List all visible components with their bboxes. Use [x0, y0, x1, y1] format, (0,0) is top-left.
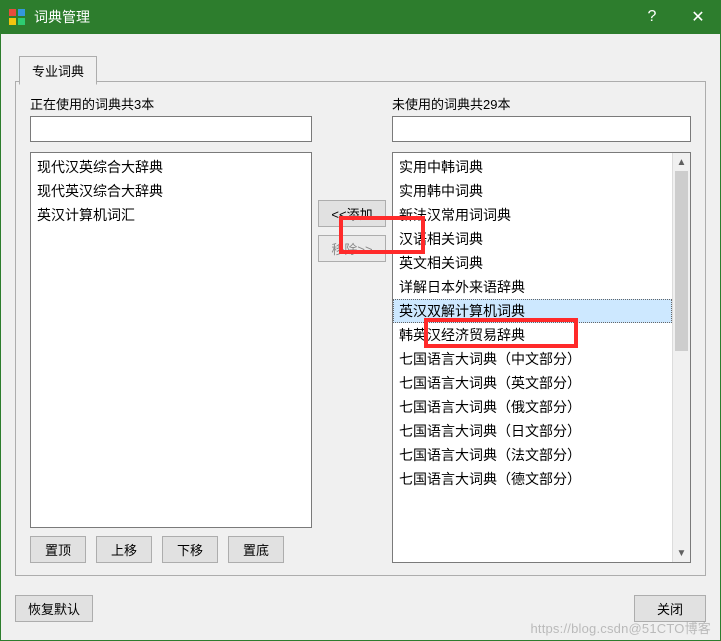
help-icon: ? — [648, 8, 657, 26]
transfer-column: <<添加 移除>> — [312, 94, 392, 563]
help-button[interactable]: ? — [629, 0, 675, 34]
in-use-listbox[interactable]: 现代汉英综合大辞典现代英汉综合大辞典英汉计算机词汇 — [30, 152, 312, 528]
scroll-up-icon[interactable]: ▲ — [673, 153, 690, 171]
list-item[interactable]: 韩英汉经济贸易辞典 — [393, 323, 672, 347]
list-item[interactable]: 实用韩中词典 — [393, 179, 672, 203]
unused-scrollbar[interactable]: ▲ ▼ — [672, 153, 690, 562]
close-button[interactable]: 关闭 — [634, 595, 706, 622]
tab-label: 专业词典 — [32, 64, 84, 79]
scroll-thumb[interactable] — [675, 171, 688, 351]
footer-bar: 恢复默认 关闭 — [15, 595, 706, 622]
unused-label: 未使用的词典共29本 — [392, 94, 691, 112]
list-item[interactable]: 汉语相关词典 — [393, 227, 672, 251]
list-item[interactable]: 七国语言大词典（英文部分） — [393, 371, 672, 395]
list-item[interactable]: 实用中韩词典 — [393, 155, 672, 179]
window-title: 词典管理 — [34, 7, 629, 27]
list-item[interactable]: 七国语言大词典（俄文部分） — [393, 395, 672, 419]
restore-defaults-button[interactable]: 恢复默认 — [15, 595, 93, 622]
list-item[interactable]: 英汉双解计算机词典 — [393, 299, 672, 323]
close-icon: ✕ — [691, 7, 704, 27]
list-item[interactable]: 详解日本外来语辞典 — [393, 275, 672, 299]
scroll-track[interactable] — [673, 171, 690, 544]
order-bottom-button[interactable]: 置底 — [228, 536, 284, 563]
in-use-search-input[interactable] — [30, 116, 312, 142]
list-item[interactable]: 七国语言大词典（法文部分） — [393, 443, 672, 467]
unused-search-input[interactable] — [392, 116, 691, 142]
unused-listbox[interactable]: 实用中韩词典实用韩中词典新法汉常用词词典汉语相关词典英文相关词典详解日本外来语辞… — [392, 152, 691, 563]
close-window-button[interactable]: ✕ — [675, 0, 721, 34]
order-up-button[interactable]: 上移 — [96, 536, 152, 563]
list-item[interactable]: 七国语言大词典（中文部分） — [393, 347, 672, 371]
unused-column: 未使用的词典共29本 实用中韩词典实用韩中词典新法汉常用词词典汉语相关词典英文相… — [392, 94, 691, 563]
list-item[interactable]: 七国语言大词典（德文部分） — [393, 467, 672, 491]
scroll-down-icon[interactable]: ▼ — [673, 544, 690, 562]
tab-panel: 正在使用的词典共3本 现代汉英综合大辞典现代英汉综合大辞典英汉计算机词汇 置顶 … — [15, 81, 706, 576]
order-down-button[interactable]: 下移 — [162, 536, 218, 563]
list-item[interactable]: 英汉计算机词汇 — [31, 203, 293, 227]
list-item[interactable]: 现代英汉综合大辞典 — [31, 179, 293, 203]
in-use-column: 正在使用的词典共3本 现代汉英综合大辞典现代英汉综合大辞典英汉计算机词汇 置顶 … — [30, 94, 312, 563]
list-item[interactable]: 七国语言大词典（日文部分） — [393, 419, 672, 443]
remove-button[interactable]: 移除>> — [318, 235, 386, 262]
add-button[interactable]: <<添加 — [318, 200, 386, 227]
tab-professional[interactable]: 专业词典 — [19, 56, 97, 85]
tab-strip: 专业词典 — [19, 56, 97, 85]
in-use-label: 正在使用的词典共3本 — [30, 94, 312, 112]
list-item[interactable]: 新法汉常用词词典 — [393, 203, 672, 227]
order-buttons-row: 置顶 上移 下移 置底 — [30, 536, 312, 563]
client-area: 专业词典 正在使用的词典共3本 现代汉英综合大辞典现代英汉综合大辞典英汉计算机词… — [1, 34, 720, 640]
order-top-button[interactable]: 置顶 — [30, 536, 86, 563]
list-item[interactable]: 英文相关词典 — [393, 251, 672, 275]
titlebar: 词典管理 ? ✕ — [0, 0, 721, 34]
list-item[interactable]: 现代汉英综合大辞典 — [31, 155, 293, 179]
app-icon — [8, 8, 26, 26]
